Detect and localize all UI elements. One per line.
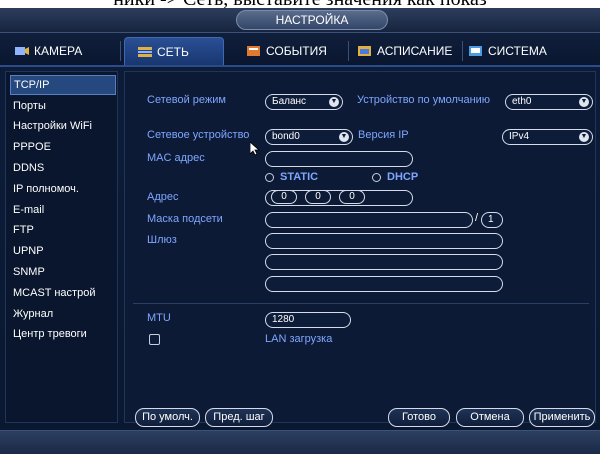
- document-caption: ники -> Сеть, выставите значения как пок…: [0, 0, 600, 8]
- dns-primary-field[interactable]: [265, 254, 503, 270]
- sidebar-item-ip-filter[interactable]: IP полномоч.: [10, 179, 116, 199]
- tcpip-settings-panel: Сетевой режим Баланс ▼ Устройство по умо…: [124, 71, 596, 427]
- tab-system-label: СИСТЕМА: [488, 44, 547, 58]
- apply-button[interactable]: Применить: [529, 408, 595, 427]
- net-mode-value: Баланс: [272, 96, 307, 107]
- ok-button[interactable]: Готово: [388, 408, 450, 427]
- dhcp-radio[interactable]: DHCP: [372, 171, 418, 183]
- mtu-label: MTU: [147, 312, 171, 324]
- tab-events[interactable]: СОБЫТИЯ: [246, 37, 327, 65]
- subnet-label: Маска подсети: [147, 213, 223, 225]
- address-label: Адрес: [147, 191, 179, 203]
- default-device-label: Устройство по умолчанию: [357, 94, 491, 106]
- tab-network-label: СЕТЬ: [157, 44, 189, 59]
- sidebar-item-snmp[interactable]: SNMP: [10, 262, 116, 282]
- sidebar-item-ddns[interactable]: DDNS: [10, 158, 116, 178]
- lan-upload-checkbox[interactable]: [149, 334, 160, 345]
- title-bar: НАСТРОЙКА: [0, 8, 600, 33]
- sidebar-item-pppoe[interactable]: PPPOE: [10, 137, 116, 157]
- tab-camera[interactable]: КАМЕРА: [14, 37, 82, 65]
- subnet-prefix-field[interactable]: 1: [481, 212, 503, 228]
- net-mode-select[interactable]: Баланс ▼: [265, 94, 343, 110]
- sidebar-item-alarm-center[interactable]: Центр тревоги: [10, 324, 116, 344]
- mac-label: MAC адрес: [147, 152, 205, 164]
- mtu-field[interactable]: 1280: [265, 312, 351, 328]
- sidebar-item-ports[interactable]: Порты: [10, 96, 116, 116]
- schedule-icon: [357, 44, 373, 58]
- main-tab-bar: КАМЕРА СЕТЬ СОБЫТИЯ АСПИСАНИЕ СИСТЕМА: [0, 33, 600, 67]
- lan-upload-label: LAN загрузка: [265, 333, 333, 345]
- ip-address-outline: [265, 190, 413, 206]
- sidebar: TCP/IP Порты Настройки WiFi PPPOE DDNS I…: [5, 71, 118, 423]
- ip-version-value: IPv4: [509, 131, 530, 142]
- static-label: STATIC: [280, 171, 319, 183]
- network-icon: [137, 45, 153, 59]
- cancel-button[interactable]: Отмена: [456, 408, 524, 427]
- gateway-field[interactable]: [265, 233, 503, 249]
- tab-network[interactable]: СЕТЬ: [124, 37, 224, 65]
- chevron-down-icon: ▼: [579, 132, 589, 142]
- sidebar-item-upnp[interactable]: UPNP: [10, 241, 116, 261]
- mac-address-field[interactable]: [265, 151, 413, 167]
- sidebar-item-wifi[interactable]: Настройки WiFi: [10, 116, 116, 136]
- sidebar-item-ftp[interactable]: FTP: [10, 220, 116, 240]
- tab-system[interactable]: СИСТЕМА: [468, 37, 547, 65]
- ip-version-label: Версия IP: [358, 129, 409, 141]
- dhcp-label: DHCP: [387, 171, 419, 183]
- chevron-down-icon: ▼: [339, 132, 349, 142]
- net-device-value: bond0: [272, 131, 300, 142]
- prev-step-button[interactable]: Пред. шаг: [205, 408, 273, 427]
- net-device-select[interactable]: bond0 ▼: [265, 129, 353, 145]
- default-button[interactable]: По умолч.: [135, 408, 200, 427]
- sidebar-item-tcpip[interactable]: TCP/IP: [10, 75, 116, 95]
- system-icon: [468, 44, 484, 58]
- default-device-select[interactable]: eth0 ▼: [505, 94, 593, 110]
- tab-divider: [462, 41, 463, 61]
- ip-address-field: 0 0 0: [265, 190, 415, 206]
- sidebar-item-email[interactable]: E-mail: [10, 200, 116, 220]
- default-device-value: eth0: [512, 96, 532, 107]
- settings-window: НАСТРОЙКА КАМЕРА СЕТЬ СОБЫТИЯ АСПИСАНИЕ …: [0, 8, 600, 454]
- gateway-label: Шлюз: [147, 234, 177, 246]
- tab-events-label: СОБЫТИЯ: [266, 44, 327, 58]
- tab-divider: [120, 41, 121, 61]
- static-radio[interactable]: STATIC: [265, 171, 318, 183]
- camera-icon: [14, 44, 30, 58]
- sidebar-item-log[interactable]: Журнал: [10, 304, 116, 324]
- chevron-down-icon: ▼: [329, 97, 339, 107]
- section-divider: [133, 303, 589, 304]
- status-bar: [0, 430, 600, 454]
- radio-icon: [265, 172, 274, 182]
- events-icon: [246, 44, 262, 58]
- tab-schedule[interactable]: АСПИСАНИЕ: [357, 37, 452, 65]
- net-device-label: Сетевое устройство: [147, 129, 250, 141]
- ip-version-select[interactable]: IPv4 ▼: [502, 129, 593, 145]
- radio-icon: [372, 172, 381, 182]
- window-title: НАСТРОЙКА: [236, 10, 388, 30]
- subnet-mask-field[interactable]: [265, 212, 473, 228]
- mouse-pointer-icon: [249, 141, 261, 156]
- dns-secondary-field[interactable]: [265, 276, 503, 292]
- sidebar-item-mcast[interactable]: MCAST настрой: [10, 283, 116, 303]
- document-caption-strip: ники -> Сеть, выставите значения как пок…: [0, 0, 600, 8]
- tab-schedule-label: АСПИСАНИЕ: [377, 44, 453, 58]
- tab-camera-label: КАМЕРА: [34, 44, 83, 58]
- chevron-down-icon: ▼: [579, 97, 589, 107]
- subnet-slash: /: [475, 212, 479, 224]
- tab-divider: [348, 41, 349, 61]
- net-mode-label: Сетевой режим: [147, 94, 226, 106]
